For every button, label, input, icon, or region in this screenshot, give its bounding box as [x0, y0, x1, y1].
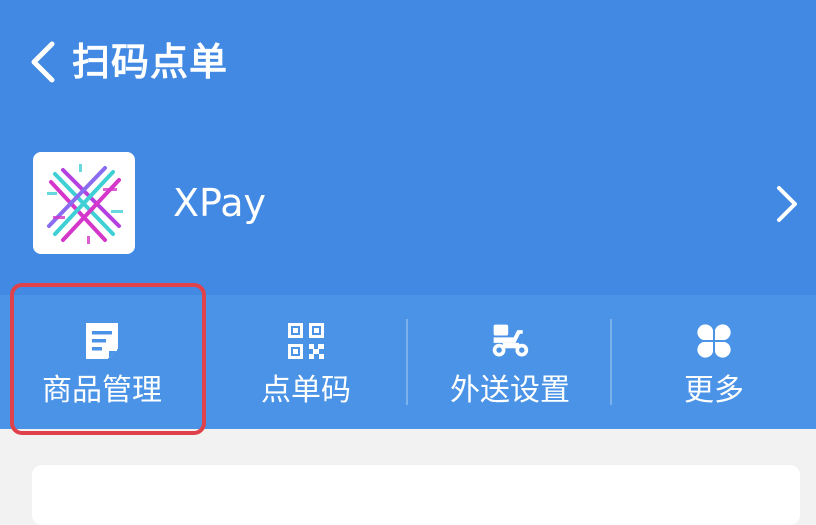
merchant-row[interactable]: XPay: [0, 150, 816, 256]
back-button[interactable]: [22, 38, 62, 86]
toolbar-item-label: 外送设置: [450, 373, 570, 408]
toolbar-item-label: 商品管理: [42, 373, 162, 408]
scooter-icon: [492, 324, 529, 357]
toolbar-item-label: 更多: [684, 373, 744, 408]
chevron-left-icon: [31, 41, 55, 83]
page-title: 扫码点单: [72, 40, 229, 84]
function-toolbar: 商品管理 点单码 外送设置 更多: [0, 295, 816, 429]
content-card: [32, 465, 800, 525]
chevron-right-icon: [777, 186, 797, 222]
header-bar: 扫码点单 XPay: [0, 0, 816, 295]
toolbar-item-delivery-settings[interactable]: 外送设置: [408, 295, 612, 429]
toolbar-item-more[interactable]: 更多: [612, 295, 816, 429]
toolbar-item-order-code[interactable]: 点单码: [204, 295, 408, 429]
qr-code-icon: [288, 323, 324, 359]
merchant-detail-arrow[interactable]: [772, 182, 802, 226]
merchant-name: XPay: [173, 181, 267, 225]
toolbar-item-label: 点单码: [261, 373, 351, 408]
clover-icon: [697, 324, 731, 358]
toolbar-item-product-management[interactable]: 商品管理: [0, 295, 204, 429]
merchant-logo: [33, 152, 135, 254]
document-icon: [86, 323, 118, 359]
